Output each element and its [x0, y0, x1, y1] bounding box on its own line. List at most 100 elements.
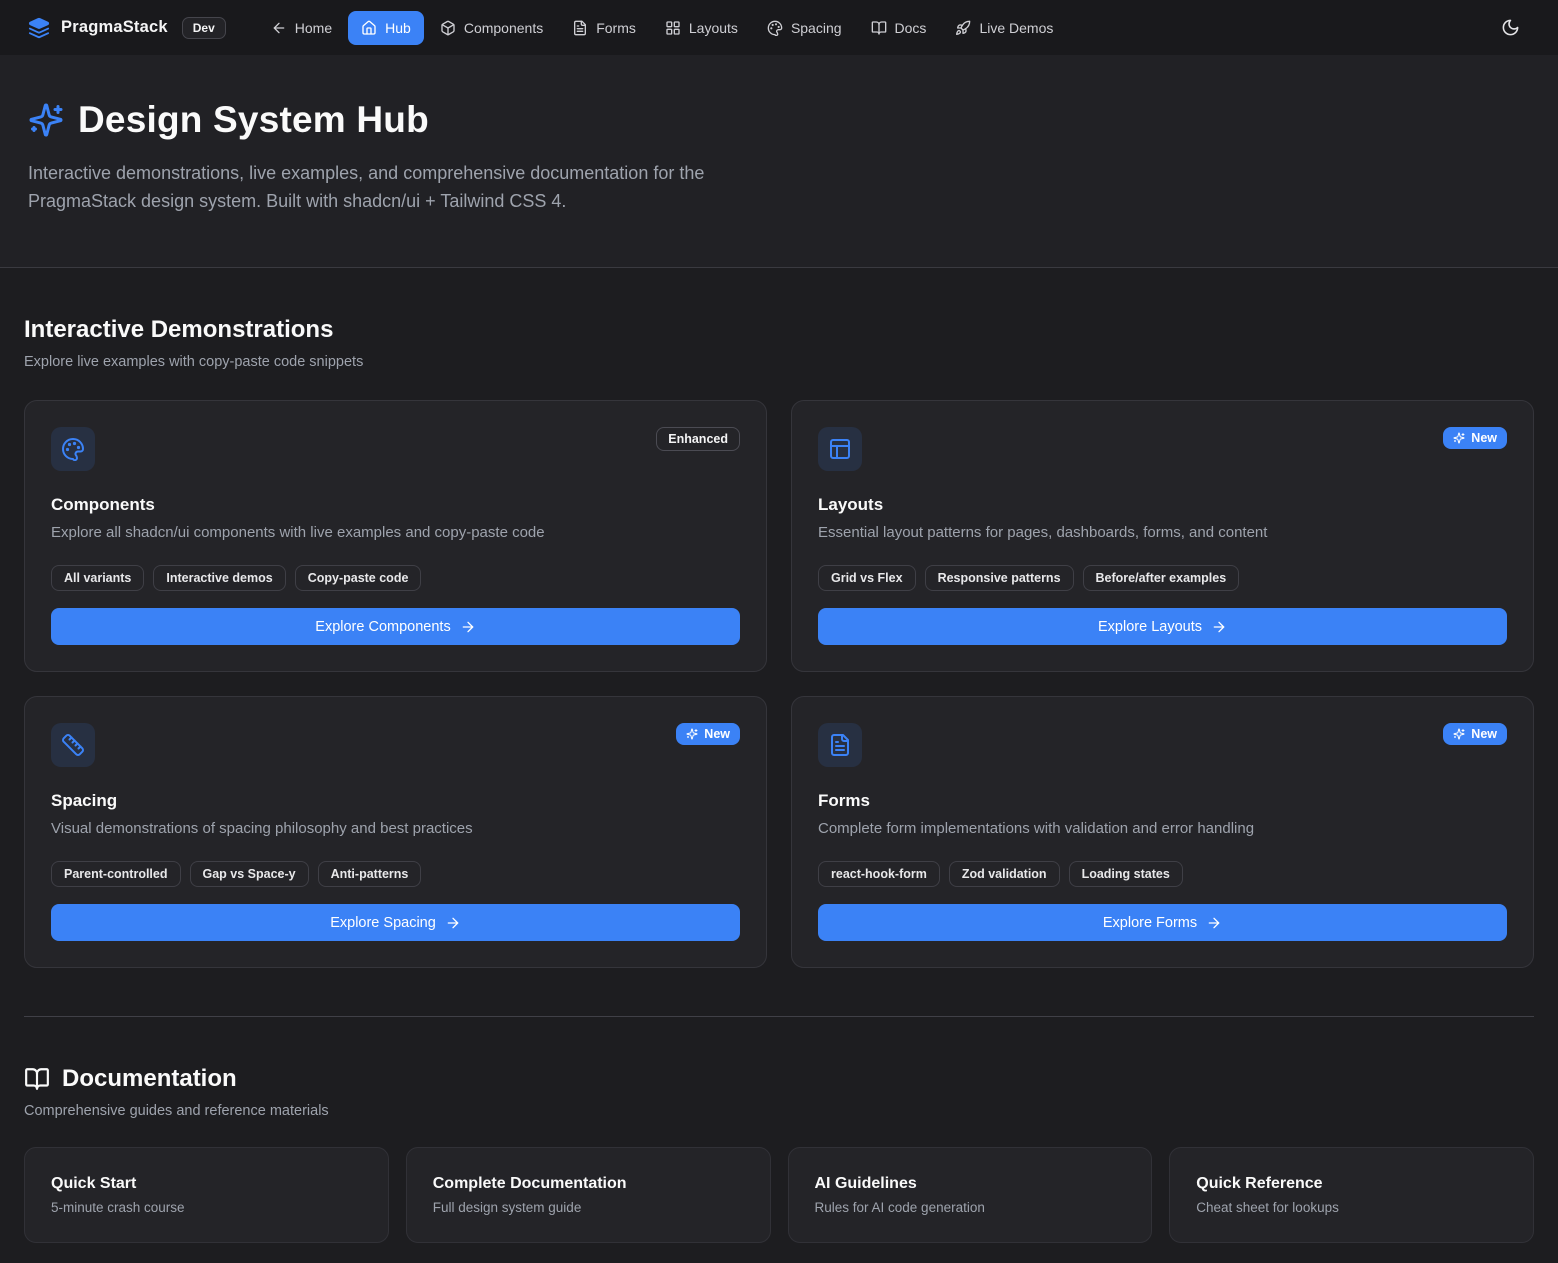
doc-card-description: Full design system guide: [433, 1200, 744, 1215]
ruler-icon: [61, 733, 85, 757]
palette-icon: [767, 20, 783, 36]
feature-tag: Zod validation: [949, 861, 1060, 887]
doc-card-title: Complete Documentation: [433, 1175, 744, 1193]
feature-tag: Before/after examples: [1083, 565, 1240, 591]
moon-icon: [1501, 18, 1520, 37]
nav-item-label: Layouts: [689, 20, 738, 36]
nav-item-spacing[interactable]: Spacing: [754, 11, 855, 45]
panels-top-left-icon: [828, 437, 852, 461]
book-open-icon: [871, 20, 887, 36]
book-open-icon: [24, 1066, 50, 1092]
nav-item-label: Spacing: [791, 20, 842, 36]
layers-icon: [28, 17, 50, 39]
nav-item-layouts[interactable]: Layouts: [652, 11, 751, 45]
nav-item-home[interactable]: Home: [258, 11, 345, 45]
card-description: Complete form implementations with valid…: [818, 820, 1507, 837]
theme-toggle-button[interactable]: [1492, 10, 1528, 46]
nav-item-label: Forms: [596, 20, 636, 36]
arrow-right-icon: [445, 915, 461, 931]
docs-section-subheading: Comprehensive guides and reference mater…: [24, 1103, 1534, 1119]
demo-card-grid: Enhanced Components Explore all shadcn/u…: [24, 400, 1534, 968]
nav-item-docs[interactable]: Docs: [858, 11, 940, 45]
doc-card-grid: Quick Start 5-minute crash course Comple…: [24, 1147, 1534, 1263]
feature-tag: All variants: [51, 565, 144, 591]
card-description: Visual demonstrations of spacing philoso…: [51, 820, 740, 837]
feature-tag: Interactive demos: [153, 565, 285, 591]
file-text-icon: [828, 733, 852, 757]
hero-section: Design System Hub Interactive demonstrat…: [0, 55, 1558, 268]
card-title: Forms: [818, 791, 1507, 811]
nav-item-forms[interactable]: Forms: [559, 11, 649, 45]
feature-tag: react-hook-form: [818, 861, 940, 887]
nav-item-components[interactable]: Components: [427, 11, 556, 45]
feature-tag: Anti-patterns: [318, 861, 422, 887]
arrow-right-icon: [1206, 915, 1222, 931]
doc-card-quick-reference[interactable]: Quick Reference Cheat sheet for lookups: [1169, 1147, 1534, 1243]
explore-components-button[interactable]: Explore Components: [51, 608, 740, 645]
nav-items: Home Hub Components Forms Layouts Spacin…: [258, 11, 1067, 45]
explore-layouts-button[interactable]: Explore Layouts: [818, 608, 1507, 645]
demos-section-heading: Interactive Demonstrations: [24, 316, 1534, 344]
palette-icon: [61, 437, 85, 461]
main-content: Interactive Demonstrations Explore live …: [0, 268, 1558, 1263]
rocket-icon: [955, 20, 971, 36]
top-navbar: PragmaStack Dev Home Hub Components Form…: [0, 0, 1558, 55]
tag-row: Grid vs Flex Responsive patterns Before/…: [818, 565, 1507, 591]
doc-card-ai-guidelines[interactable]: AI Guidelines Rules for AI code generati…: [788, 1147, 1153, 1243]
card-title: Spacing: [51, 791, 740, 811]
doc-card-quick-start[interactable]: Quick Start 5-minute crash course: [24, 1147, 389, 1243]
doc-card-title: AI Guidelines: [815, 1175, 1126, 1193]
feature-tag: Loading states: [1069, 861, 1183, 887]
file-text-icon: [572, 20, 588, 36]
demo-card-layouts: New Layouts Essential layout patterns fo…: [791, 400, 1534, 672]
doc-card-description: 5-minute crash course: [51, 1200, 362, 1215]
status-badge: New: [1443, 723, 1507, 745]
page-title: Design System Hub: [78, 99, 429, 141]
env-badge: Dev: [182, 17, 226, 39]
doc-card-complete-documentation[interactable]: Complete Documentation Full design syste…: [406, 1147, 771, 1243]
nav-item-label: Live Demos: [979, 20, 1053, 36]
brand-name: PragmaStack: [61, 18, 168, 37]
feature-tag: Copy-paste code: [295, 565, 422, 591]
nav-item-hub[interactable]: Hub: [348, 11, 424, 45]
doc-card-title: Quick Reference: [1196, 1175, 1507, 1193]
explore-spacing-button[interactable]: Explore Spacing: [51, 904, 740, 941]
card-icon-box: [818, 427, 862, 471]
tag-row: Parent-controlled Gap vs Space-y Anti-pa…: [51, 861, 740, 887]
status-badge: Enhanced: [656, 427, 740, 451]
card-title: Components: [51, 495, 740, 515]
arrow-right-icon: [1211, 619, 1227, 635]
docs-heading-label: Documentation: [62, 1065, 237, 1093]
card-description: Essential layout patterns for pages, das…: [818, 524, 1507, 541]
doc-card-description: Cheat sheet for lookups: [1196, 1200, 1507, 1215]
card-icon-box: [51, 723, 95, 767]
brand[interactable]: PragmaStack Dev: [28, 17, 226, 39]
page-subtitle: Interactive demonstrations, live example…: [28, 159, 773, 215]
doc-card-title: Quick Start: [51, 1175, 362, 1193]
card-icon-box: [818, 723, 862, 767]
nav-item-label: Hub: [385, 20, 411, 36]
nav-item-live-demos[interactable]: Live Demos: [942, 11, 1066, 45]
tag-row: All variants Interactive demos Copy-past…: [51, 565, 740, 591]
card-title: Layouts: [818, 495, 1507, 515]
box-icon: [440, 20, 456, 36]
arrow-right-icon: [460, 619, 476, 635]
nav-item-label: Home: [295, 20, 332, 36]
nav-item-label: Docs: [895, 20, 927, 36]
docs-section-heading: Documentation: [24, 1065, 1534, 1093]
demo-card-forms: New Forms Complete form implementations …: [791, 696, 1534, 968]
explore-forms-button[interactable]: Explore Forms: [818, 904, 1507, 941]
status-badge: New: [676, 723, 740, 745]
status-badge: New: [1443, 427, 1507, 449]
nav-item-label: Components: [464, 20, 543, 36]
card-description: Explore all shadcn/ui components with li…: [51, 524, 740, 541]
sparkles-icon: [28, 102, 64, 138]
demo-card-spacing: New Spacing Visual demonstrations of spa…: [24, 696, 767, 968]
arrow-left-icon: [271, 20, 287, 36]
layout-grid-icon: [665, 20, 681, 36]
feature-tag: Gap vs Space-y: [190, 861, 309, 887]
demo-card-components: Enhanced Components Explore all shadcn/u…: [24, 400, 767, 672]
doc-card-description: Rules for AI code generation: [815, 1200, 1126, 1215]
card-icon-box: [51, 427, 95, 471]
demos-section-subheading: Explore live examples with copy-paste co…: [24, 354, 1534, 370]
